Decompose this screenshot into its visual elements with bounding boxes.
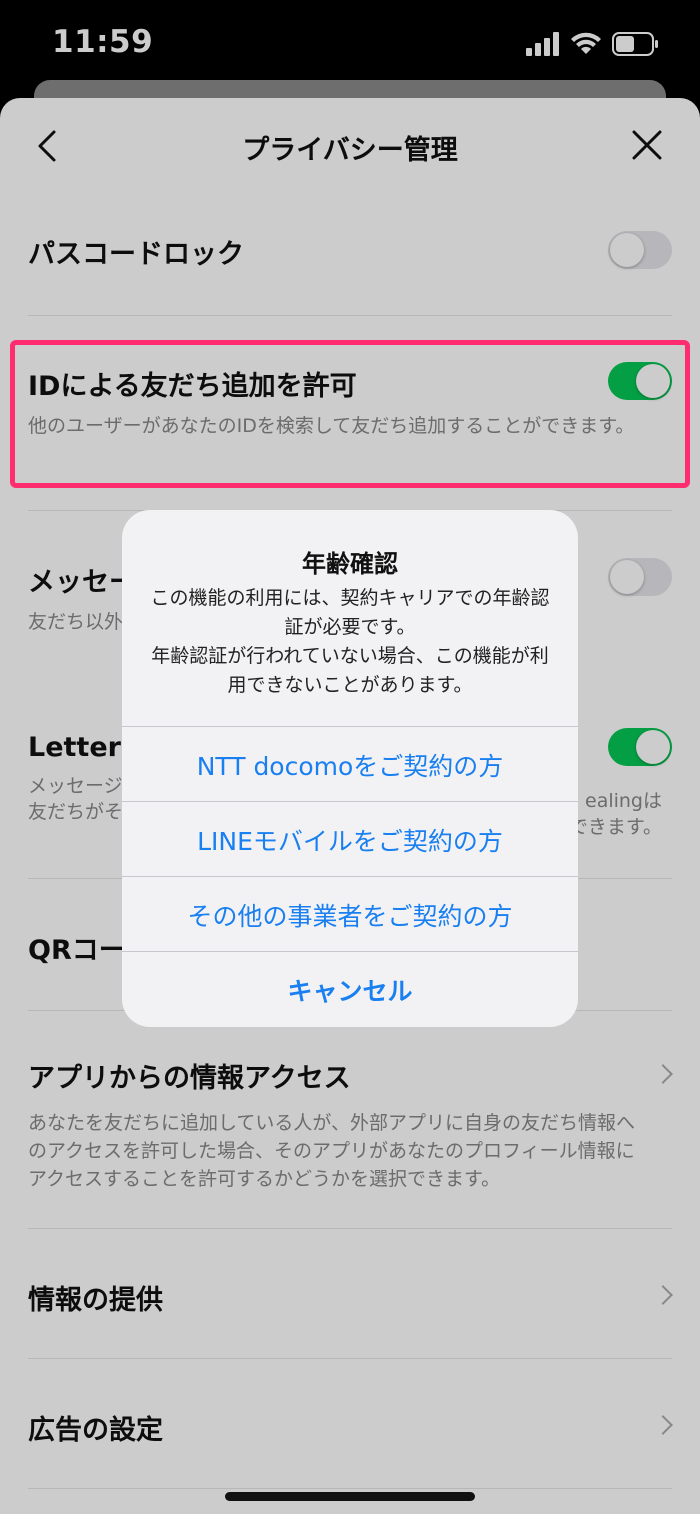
- cancel-button[interactable]: キャンセル: [122, 951, 578, 1027]
- other-carrier-button[interactable]: その他の事業者をご契約の方: [122, 876, 578, 952]
- highlight-frame: [10, 340, 690, 488]
- docomo-button[interactable]: NTT docomoをご契約の方: [122, 726, 578, 802]
- dialog-title: 年齢確認: [302, 550, 398, 578]
- line-mobile-button[interactable]: LINEモバイルをご契約の方: [122, 801, 578, 877]
- dialog-message: この機能の利用には、契約キャリアでの年齢認証が必要です。 年齢認証が行われていな…: [150, 587, 550, 696]
- home-indicator[interactable]: [225, 1492, 475, 1501]
- age-verification-dialog: 年齢確認 この機能の利用には、契約キャリアでの年齢認証が必要です。 年齢認証が行…: [122, 510, 578, 1027]
